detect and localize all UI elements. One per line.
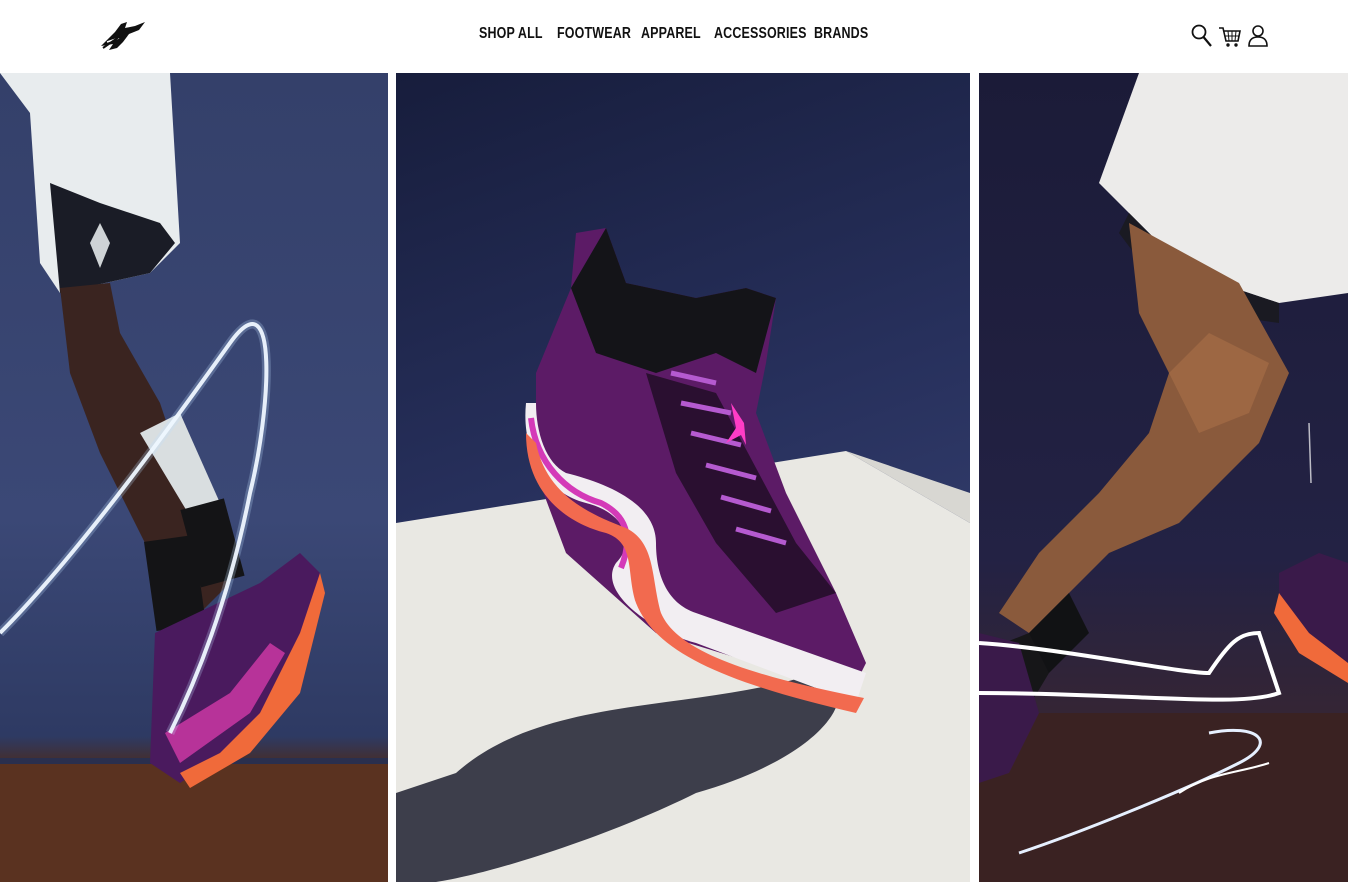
cart-icon[interactable] [1218,22,1242,50]
hero-panel-shoe-product[interactable] [396,73,970,882]
account-icon[interactable] [1246,22,1270,50]
header-icons [1190,22,1270,50]
main-nav: SHOP ALL FOOTWEAR APPAREL ACCESSORIES BR… [479,25,868,43]
nav-apparel[interactable]: APPAREL [641,25,701,43]
athlete-leg-image [979,73,1348,882]
hero-panel-athlete-jump[interactable] [0,73,388,882]
nav-shop-all[interactable]: SHOP ALL [479,25,542,43]
brand-logo[interactable] [99,20,147,52]
athlete-jump-image [0,73,388,882]
search-icon[interactable] [1190,22,1214,50]
site-header: SHOP ALL FOOTWEAR APPAREL ACCESSORIES BR… [0,0,1348,73]
nav-brands[interactable]: BRANDS [814,25,868,43]
nav-accessories[interactable]: ACCESSORIES [714,25,806,43]
hero-panel-athlete-leg[interactable] [979,73,1348,882]
shoe-on-pedestal-image [396,228,970,882]
jumpman-winged-logo-icon [101,22,145,50]
nav-footwear[interactable]: FOOTWEAR [557,25,631,43]
